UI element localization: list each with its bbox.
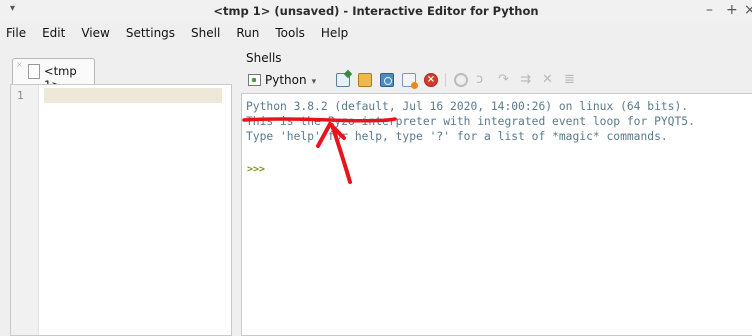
window-title: <tmp 1> (unsaved) - Interactive Editor f…: [213, 4, 539, 18]
shells-panel-title: Shells: [246, 51, 282, 65]
editor-tab-bar: × <tmp 1>: [10, 58, 230, 92]
maximize-icon[interactable]: +: [726, 2, 738, 18]
debug-step-out-icon[interactable]: ⇉: [520, 73, 534, 87]
shell-toolbar: Python ▾ × ↄ ↷ ⇉ ✕ ≣: [240, 68, 752, 92]
shell-output-line: Type 'help' for help, type '?' for a lis…: [246, 130, 668, 143]
restart-icon[interactable]: [380, 73, 394, 87]
editor-tab-tmp1[interactable]: × <tmp 1>: [12, 58, 95, 92]
new-shell-icon[interactable]: [336, 73, 350, 87]
menu-run[interactable]: Run: [228, 22, 267, 44]
menu-shell[interactable]: Shell: [183, 22, 228, 44]
menu-file[interactable]: File: [0, 22, 34, 44]
stack-list-icon[interactable]: ≣: [564, 73, 578, 87]
line-number: 1: [17, 89, 24, 102]
pane-splitter[interactable]: [232, 44, 240, 336]
line-number-gutter: 1: [11, 85, 39, 335]
debug-step-over-icon[interactable]: ↄ: [476, 73, 490, 87]
menu-view[interactable]: View: [73, 22, 117, 44]
menu-tools[interactable]: Tools: [267, 22, 313, 44]
toolbar-separator: [445, 73, 446, 87]
shell-output-line: Python 3.8.2 (default, Jul 16 2020, 14:0…: [246, 100, 689, 113]
shell-tab-python[interactable]: Python ▾: [248, 68, 334, 92]
menu-bar: File Edit View Settings Shell Run Tools …: [0, 22, 752, 44]
python-shell-icon: [248, 74, 261, 86]
debug-continue-icon[interactable]: [454, 73, 468, 87]
chevron-down-icon[interactable]: ▾: [312, 77, 317, 87]
menu-edit[interactable]: Edit: [34, 22, 73, 44]
code-editor[interactable]: 1: [10, 84, 232, 336]
title-bar: ▾ <tmp 1> (unsaved) - Interactive Editor…: [0, 0, 752, 22]
minimize-icon[interactable]: –: [706, 2, 713, 18]
document-icon: [28, 64, 40, 79]
current-line-highlight: [44, 88, 222, 103]
close-icon[interactable]: ×: [744, 2, 752, 18]
debug-step-in-icon[interactable]: ↷: [498, 73, 512, 87]
menu-settings[interactable]: Settings: [118, 22, 183, 44]
menu-help[interactable]: Help: [313, 22, 356, 44]
tab-close-icon[interactable]: ×: [16, 60, 23, 69]
terminate-icon[interactable]: ×: [424, 73, 438, 87]
edit-config-icon[interactable]: [358, 73, 372, 87]
shell-tab-label: Python: [265, 73, 307, 87]
shell-output-line: This is the Pyzo interpreter with integr…: [246, 115, 695, 128]
python-shell-console[interactable]: Python 3.8.2 (default, Jul 16 2020, 14:0…: [241, 93, 752, 336]
interrupt-icon[interactable]: [402, 73, 418, 89]
debug-stop-icon[interactable]: ✕: [542, 73, 556, 87]
shell-prompt: >>>: [247, 164, 266, 175]
